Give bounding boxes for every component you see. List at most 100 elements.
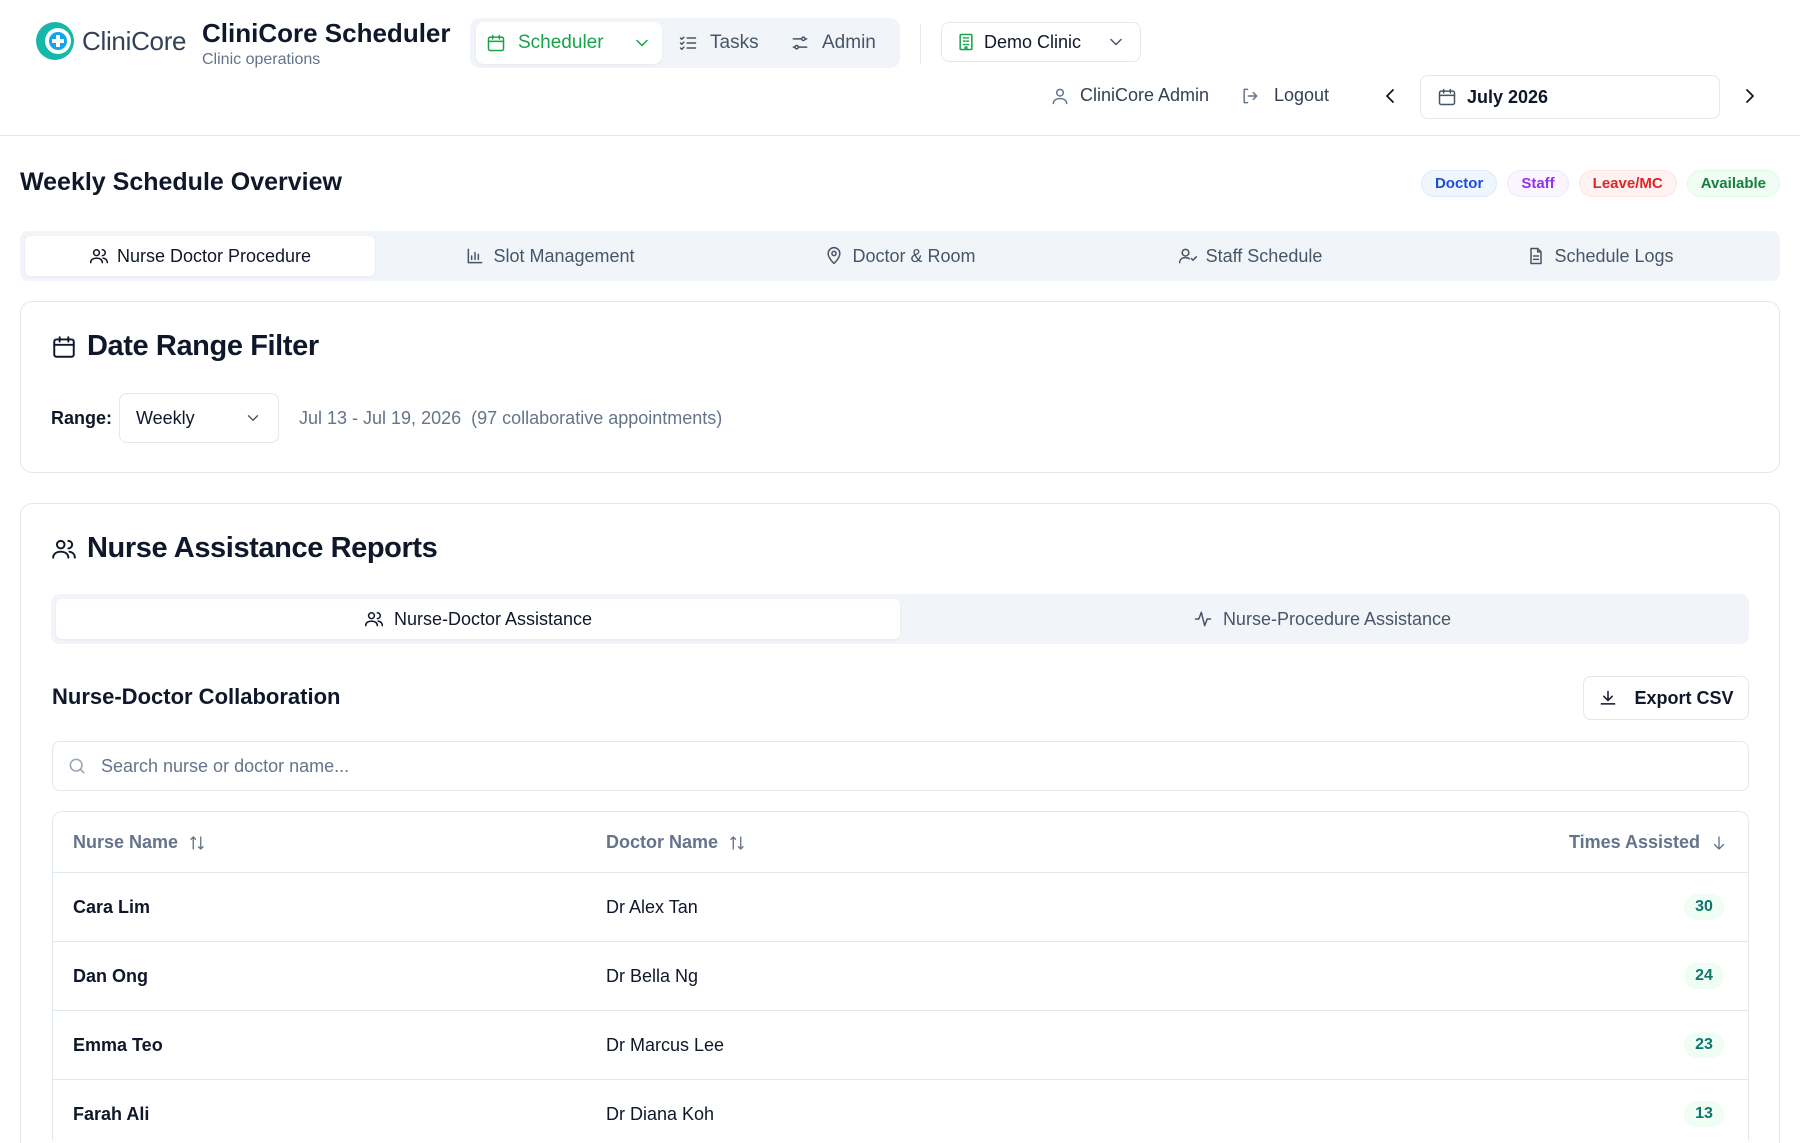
legend-staff: Staff	[1507, 170, 1569, 197]
date-range-filter-card: Date Range Filter Range: Weekly Jul 13 -…	[20, 301, 1780, 473]
appointments-count: (97 collaborative appointments)	[471, 408, 723, 428]
logo-text: CliniCore	[82, 25, 187, 56]
nav-admin[interactable]: Admin	[780, 22, 886, 64]
tab-label: Schedule Logs	[1554, 245, 1674, 266]
tab-staff-schedule[interactable]: Staff Schedule	[1075, 236, 1425, 276]
tab-nurse-doctor-procedure[interactable]: Nurse Doctor Procedure	[25, 236, 375, 276]
legend-doctor: Doctor	[1420, 170, 1498, 197]
export-label: Export CSV	[1634, 687, 1734, 708]
sort-desc-icon	[1713, 835, 1725, 850]
list-checks-icon	[679, 36, 697, 50]
nurse-name-cell: Farah Ali	[73, 1104, 150, 1124]
table-row[interactable]: Farah Ali Dr Diana Koh 13	[53, 1080, 1748, 1141]
doctor-name-cell: Dr Diana Koh	[606, 1104, 715, 1124]
calendar-icon	[53, 335, 75, 358]
date-range-filter-title: Date Range Filter	[51, 330, 319, 363]
clinicore-logo-icon	[36, 22, 74, 60]
app-subtitle: Clinic operations	[202, 51, 321, 68]
sort-icon	[190, 835, 204, 850]
export-csv-button[interactable]: Export CSV	[1583, 676, 1749, 720]
tab-nurse-doctor-assistance[interactable]: Nurse-Doctor Assistance	[56, 599, 900, 639]
bar-chart-icon	[468, 248, 483, 264]
users-icon	[52, 539, 76, 559]
tab-nurse-procedure-assistance[interactable]: Nurse-Procedure Assistance	[900, 599, 1744, 639]
times-assisted-badge: 30	[1684, 894, 1724, 920]
column-doctor-name[interactable]: Doctor Name	[606, 832, 746, 853]
search-field[interactable]	[52, 741, 1749, 791]
nurse-name-cell: Dan Ong	[73, 966, 148, 986]
chevron-down-icon	[636, 39, 648, 47]
activity-icon	[1194, 611, 1212, 627]
nav-scheduler[interactable]: Scheduler	[476, 22, 662, 64]
chevron-down-icon	[1110, 38, 1122, 46]
tab-schedule-logs[interactable]: Schedule Logs	[1425, 236, 1775, 276]
table-row[interactable]: Emma Teo Dr Marcus Lee 23	[53, 1011, 1748, 1080]
section-title: Nurse-Doctor Collaboration	[52, 684, 341, 709]
tab-label: Staff Schedule	[1205, 245, 1323, 266]
top-header: CliniCore CliniCore Scheduler Clinic ope…	[0, 0, 1800, 136]
current-user[interactable]: CliniCore Admin	[1050, 85, 1209, 106]
tab-doctor-room[interactable]: Doctor & Room	[725, 236, 1075, 276]
logout-icon	[1243, 88, 1258, 103]
brand-logo[interactable]: CliniCore	[34, 20, 187, 62]
file-text-icon	[1530, 247, 1543, 265]
page-title: Weekly Schedule Overview	[20, 168, 342, 196]
sliders-icon	[792, 36, 808, 50]
times-assisted-badge: 23	[1684, 1032, 1724, 1058]
tab-label: Nurse Doctor Procedure	[116, 245, 312, 266]
range-info: Jul 13 - Jul 19, 2026 (97 collaborative …	[299, 408, 722, 429]
column-label: Nurse Name	[73, 832, 179, 852]
clinic-name: Demo Clinic	[984, 31, 1082, 52]
logout-label: Logout	[1274, 85, 1330, 105]
calendar-icon	[1438, 88, 1456, 106]
search-icon	[69, 758, 85, 774]
times-assisted-badge: 13	[1684, 1101, 1724, 1127]
range-label: Range:	[51, 408, 113, 428]
legend-available: Available	[1686, 170, 1780, 197]
calendar-icon	[487, 34, 505, 52]
report-subtabs: Nurse-Doctor Assistance Nurse-Procedure …	[51, 594, 1749, 644]
tab-label: Slot Management	[493, 245, 635, 266]
doctor-name-cell: Dr Marcus Lee	[606, 1035, 725, 1055]
legend-leave: Leave/MC	[1578, 170, 1677, 197]
table-row[interactable]: Cara Lim Dr Alex Tan 30	[53, 873, 1748, 942]
download-icon	[1601, 690, 1616, 705]
month-picker[interactable]: July 2026	[1420, 75, 1720, 119]
user-name: CliniCore Admin	[1080, 85, 1210, 105]
subtab-label: Nurse-Procedure Assistance	[1222, 608, 1452, 629]
nurse-name-cell: Emma Teo	[73, 1035, 163, 1055]
overview-tabs: Nurse Doctor Procedure Slot Management D…	[20, 231, 1780, 281]
column-times-assisted[interactable]: Times Assisted	[1569, 832, 1728, 853]
column-label: Times Assisted	[1568, 832, 1700, 852]
logout-button[interactable]: Logout	[1240, 85, 1329, 106]
range-select[interactable]: Weekly	[119, 393, 279, 443]
reports-title: Nurse Assistance Reports	[51, 532, 438, 565]
card-title-text: Nurse Assistance Reports	[87, 532, 438, 564]
range-select-value: Weekly	[136, 407, 195, 428]
nav-tasks[interactable]: Tasks	[668, 22, 769, 64]
map-pin-icon	[827, 246, 842, 265]
subtab-label: Nurse-Doctor Assistance	[393, 608, 593, 629]
nurse-assistance-reports-card: Nurse Assistance Reports Nurse-Doctor As…	[20, 503, 1780, 1143]
search-input[interactable]	[101, 755, 1701, 777]
chevron-right-icon[interactable]	[1738, 84, 1762, 108]
column-nurse-name[interactable]: Nurse Name	[73, 832, 206, 853]
nav-scheduler-label: Scheduler	[518, 32, 604, 53]
chevron-left-icon[interactable]	[1378, 84, 1402, 108]
chevron-down-icon	[247, 415, 259, 421]
clinic-select[interactable]: Demo Clinic	[941, 22, 1141, 62]
table-header: Nurse Name Doctor Name Times Assisted	[53, 812, 1748, 873]
column-label: Doctor Name	[606, 832, 719, 852]
nurse-name-cell: Cara Lim	[73, 897, 151, 917]
building-icon	[959, 33, 973, 51]
app-title: CliniCore Scheduler	[202, 18, 451, 48]
tab-label: Doctor & Room	[852, 245, 976, 266]
users-icon	[89, 249, 109, 264]
users-icon	[364, 612, 384, 627]
month-label: July 2026	[1467, 86, 1549, 107]
tab-slot-management[interactable]: Slot Management	[375, 236, 725, 276]
nav-tasks-label: Tasks	[710, 32, 759, 53]
collaboration-table: Nurse Name Doctor Name Times Assisted Ca…	[52, 811, 1749, 1141]
table-row[interactable]: Dan Ong Dr Bella Ng 24	[53, 942, 1748, 1011]
schedule-legend: Doctor Staff Leave/MC Available	[1420, 170, 1780, 197]
